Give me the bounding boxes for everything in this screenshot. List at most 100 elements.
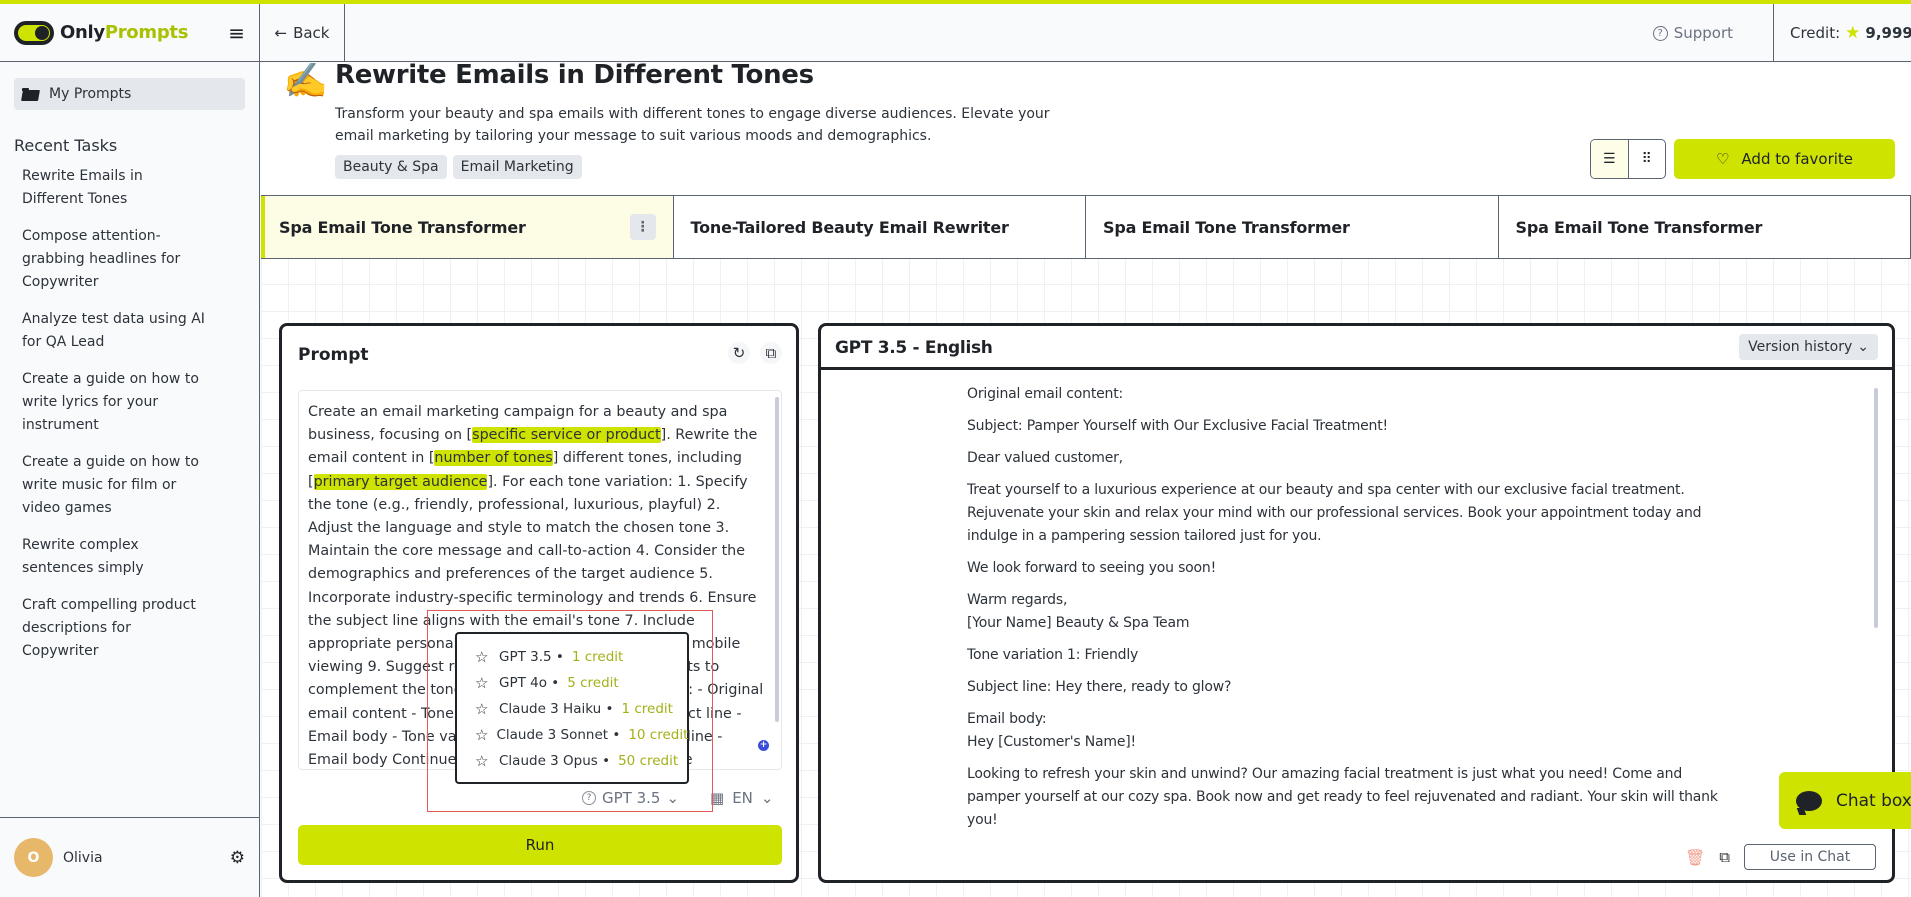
model-option-name: Claude 3 Haiku •	[499, 701, 614, 717]
user-profile[interactable]: O Olivia	[14, 838, 103, 877]
output-paragraph: Tone variation 1: Friendly	[967, 647, 1139, 663]
hamburger-icon[interactable]: ≡	[228, 21, 245, 45]
recent-task-item[interactable]: Create a guide on how to write music for…	[0, 451, 230, 520]
help-circle-icon: ?	[1652, 25, 1668, 41]
model-option-name: Claude 3 Sonnet •	[496, 727, 621, 743]
output-paragraph: Subject line: Hey there, ready to glow?	[967, 679, 1232, 695]
recent-task-item[interactable]: Create a guide on how to write lyrics fo…	[0, 368, 230, 437]
model-option-credit: 1 credit	[621, 701, 673, 717]
star-outline-icon[interactable]: ☆	[475, 752, 491, 770]
logo-text-part2: Prompts	[104, 22, 189, 43]
output-paragraph: Looking to refresh your skin and unwind?…	[967, 766, 1718, 828]
use-in-chat-button[interactable]: Use in Chat	[1744, 844, 1876, 870]
output-header: GPT 3.5 - English Version history ⌄	[821, 326, 1892, 370]
model-option[interactable]: ☆ GPT 4o • 5 credit	[475, 670, 687, 696]
model-option[interactable]: ☆ Claude 3 Sonnet • 10 credit	[475, 722, 689, 748]
list-view-icon[interactable]: ☰	[1591, 140, 1629, 178]
model-option-credit: 10 credit	[628, 727, 689, 743]
recent-task-item[interactable]: Craft compelling product descriptions fo…	[0, 594, 230, 663]
model-option-name: GPT 3.5 •	[499, 649, 564, 665]
prompt-variable[interactable]: primary target audience	[313, 473, 488, 490]
output-paragraph: Warm regards, [Your Name] Beauty & Spa Te…	[967, 592, 1190, 631]
tab-label: Spa Email Tone Transformer	[279, 217, 526, 237]
model-option[interactable]: ☆ Claude 3 Haiku • 1 credit	[475, 696, 687, 722]
sidebar-item-label: My Prompts	[49, 86, 132, 102]
chevron-down-icon: ⌄	[1857, 339, 1869, 355]
prompt-variable[interactable]: specific service or product	[472, 427, 661, 444]
recent-tasks-list: Rewrite Emails in Different Tones Compos…	[0, 165, 259, 663]
gear-icon[interactable]: ⚙	[230, 848, 245, 868]
output-paragraph: Subject: Pamper Yourself with Our Exclus…	[967, 418, 1388, 434]
view-toggle: ☰ ⠿	[1590, 139, 1666, 179]
variant-tabs: Spa Email Tone Transformer ⋮ Tone-Tailor…	[261, 195, 1911, 259]
tab-label: Tone-Tailored Beauty Email Rewriter	[690, 217, 1009, 237]
chat-bubble-icon	[1796, 790, 1822, 811]
model-option-name: GPT 4o •	[499, 675, 560, 691]
model-option-credit: 50 credit	[618, 753, 679, 769]
copy-icon[interactable]: ⧉	[1719, 848, 1730, 866]
user-name: Olivia	[63, 849, 103, 866]
output-actions: 🗑 ⧉ Use in Chat	[1685, 844, 1876, 870]
header: ← Back ? Support Credit: ★ 9,999	[260, 4, 1911, 62]
chevron-down-icon: ⌄	[666, 789, 680, 807]
recent-task-item[interactable]: Compose attention-grabbing headlines for…	[0, 225, 230, 294]
refresh-icon[interactable]: ↻	[728, 342, 750, 364]
model-select[interactable]: ? GPT 3.5 ⌄	[582, 789, 679, 807]
tab-variant-1[interactable]: Spa Email Tone Transformer ⋮	[261, 196, 674, 258]
more-vertical-icon[interactable]: ⋮	[629, 214, 656, 240]
recent-task-item[interactable]: Rewrite Emails in Different Tones	[0, 165, 230, 211]
grid-view-icon[interactable]: ⠿	[1629, 140, 1666, 178]
back-button[interactable]: ← Back	[260, 4, 345, 62]
plus-circle-icon[interactable]: +	[758, 740, 769, 751]
star-outline-icon[interactable]: ☆	[475, 726, 488, 744]
recent-task-item[interactable]: Analyze test data using AI for QA Lead	[0, 308, 230, 354]
top-accent-bar	[0, 0, 1911, 4]
output-scrollbar[interactable]	[1874, 388, 1878, 628]
star-outline-icon[interactable]: ☆	[475, 700, 491, 718]
star-icon: ★	[1845, 23, 1861, 43]
logo[interactable]: OnlyPrompts	[14, 20, 189, 45]
prompt-variable[interactable]: number of tones	[434, 450, 553, 467]
tag[interactable]: Beauty & Spa	[335, 155, 447, 179]
model-selected-label: GPT 3.5	[602, 789, 661, 807]
prompt-scrollbar[interactable]	[775, 397, 779, 722]
credit-display: Credit: ★ 9,999	[1773, 4, 1911, 62]
sidebar-item-my-prompts[interactable]: My Prompts	[14, 78, 245, 110]
version-history-button[interactable]: Version history ⌄	[1739, 334, 1878, 360]
logo-row: OnlyPrompts ≡	[0, 4, 259, 62]
prompt-actions: ↻ ⧉	[728, 342, 782, 364]
prompt-intro: ✍️ Rewrite Emails in Different Tones Tra…	[261, 63, 1911, 195]
folder-open-icon	[22, 87, 39, 101]
credit-value: 9,999	[1865, 24, 1911, 42]
tag[interactable]: Email Marketing	[452, 155, 582, 179]
model-option-credit: 5 credit	[567, 675, 619, 691]
language-select[interactable]: ▦ EN ⌄	[710, 789, 773, 807]
tab-variant-4[interactable]: Spa Email Tone Transformer	[1499, 196, 1911, 258]
star-outline-icon[interactable]: ☆	[475, 648, 491, 666]
trash-icon[interactable]: 🗑	[1685, 848, 1705, 867]
tab-variant-3[interactable]: Spa Email Tone Transformer	[1086, 196, 1499, 258]
tab-variant-2[interactable]: Tone-Tailored Beauty Email Rewriter	[674, 196, 1086, 258]
favorite-label: Add to favorite	[1741, 150, 1854, 168]
star-outline-icon[interactable]: ☆	[475, 674, 491, 692]
heart-icon: ♡	[1715, 150, 1730, 168]
support-link[interactable]: ? Support	[1652, 4, 1751, 62]
add-to-favorite-button[interactable]: ♡ Add to favorite	[1674, 139, 1895, 179]
prompt-panel-title: Prompt	[298, 345, 369, 365]
chat-box-button[interactable]: Chat box	[1779, 772, 1911, 829]
model-option[interactable]: ☆ Claude 3 Opus • 50 credit	[475, 748, 687, 774]
arrow-left-icon: ←	[274, 24, 288, 42]
logo-icon	[14, 20, 54, 45]
run-button[interactable]: Run	[298, 825, 782, 865]
recent-tasks-heading: Recent Tasks	[14, 136, 118, 155]
model-option[interactable]: ☆ GPT 3.5 • 1 credit	[475, 644, 687, 670]
model-option-name: Claude 3 Opus •	[499, 753, 611, 769]
chevron-down-icon: ⌄	[760, 789, 774, 807]
logo-text-part1: Only	[60, 22, 105, 43]
recent-task-item[interactable]: Rewrite complex sentences simply	[0, 534, 230, 580]
tab-label: Spa Email Tone Transformer	[1515, 217, 1763, 237]
page-title: Rewrite Emails in Different Tones	[335, 63, 814, 90]
tag-list: Beauty & Spa Email Marketing	[335, 155, 582, 179]
chat-box-label: Chat box	[1836, 790, 1911, 811]
copy-icon[interactable]: ⧉	[760, 342, 782, 364]
